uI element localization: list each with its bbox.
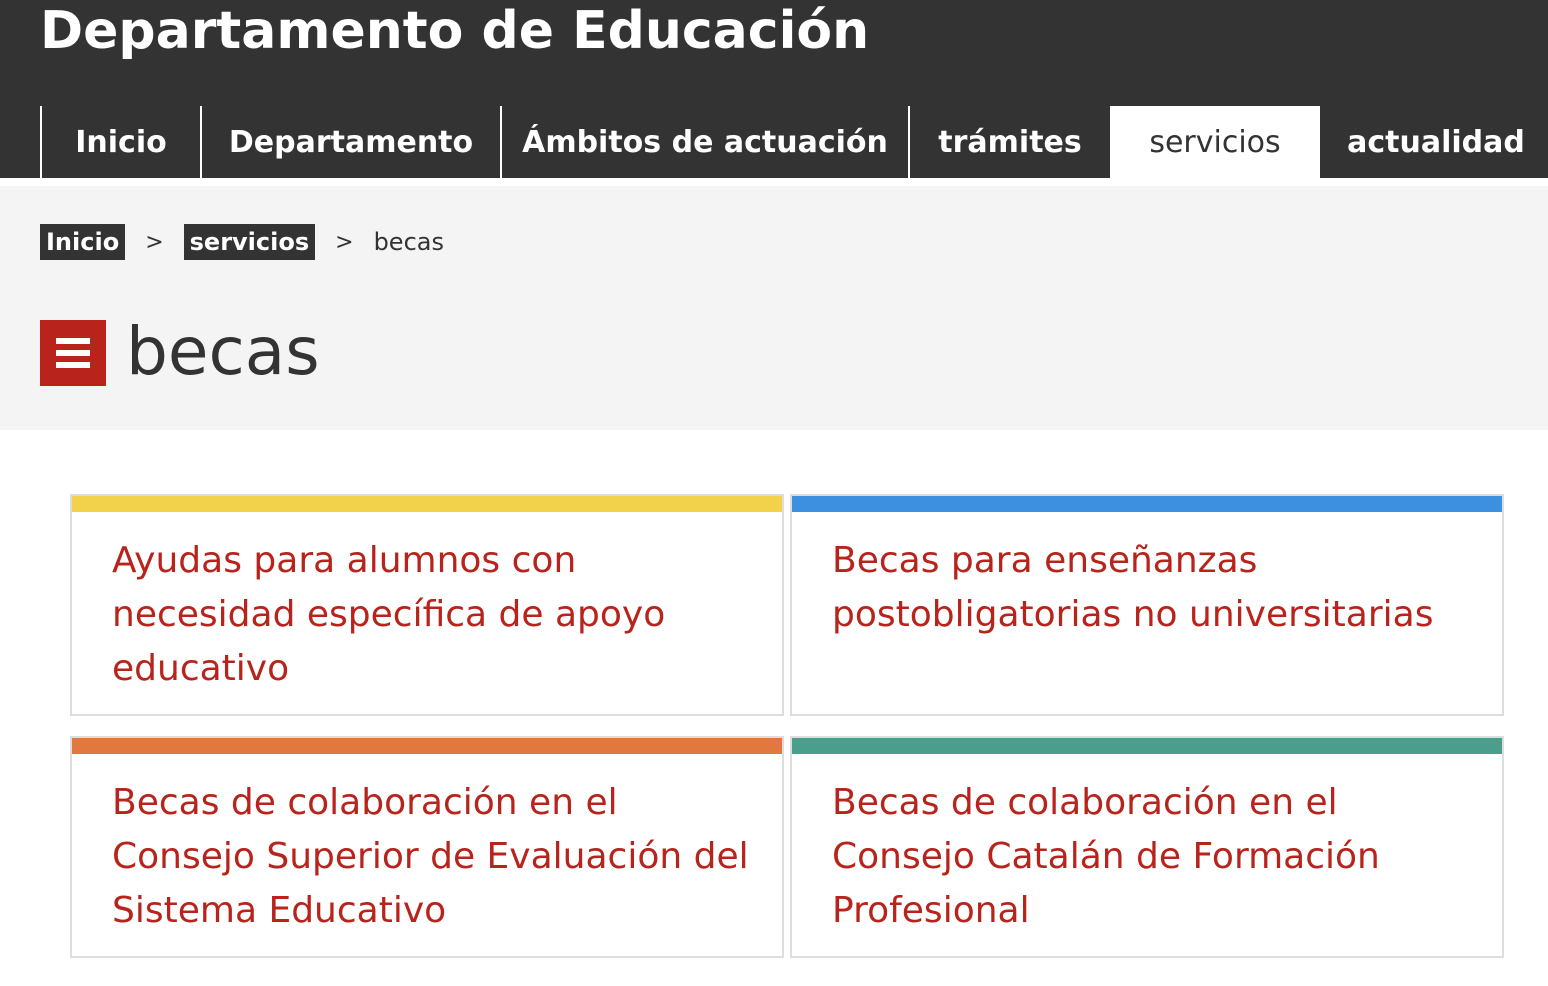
card-ayudas-necesidad-especifica[interactable]: Ayudas para alumnos con necesidad especí… <box>70 494 784 716</box>
main-nav: Inicio Departamento Ámbitos de actuación… <box>40 106 1548 178</box>
menu-lines-icon <box>40 320 106 386</box>
nav-item-servicios[interactable]: servicios <box>1110 106 1320 178</box>
card-becas-consejo-superior[interactable]: Becas de colaboración en el Consejo Supe… <box>70 736 784 958</box>
card-title[interactable]: Ayudas para alumnos con necesidad especí… <box>112 534 752 696</box>
breadcrumb-separator: > <box>335 229 354 255</box>
nav-item-departamento[interactable]: Departamento <box>200 106 500 178</box>
card-accent-bar <box>72 738 782 754</box>
nav-item-inicio[interactable]: Inicio <box>40 106 200 178</box>
card-title[interactable]: Becas de colaboración en el Consejo Cata… <box>832 776 1472 938</box>
breadcrumb-link-inicio[interactable]: Inicio <box>40 224 126 260</box>
breadcrumb-separator: > <box>145 229 164 255</box>
breadcrumb: Inicio > servicios > becas <box>40 224 444 260</box>
card-becas-postobligatorias[interactable]: Becas para enseñanzas postobligatorias n… <box>790 494 1504 716</box>
nav-item-ambitos[interactable]: Ámbitos de actuación <box>500 106 908 178</box>
breadcrumb-link-servicios[interactable]: servicios <box>183 224 316 260</box>
card-accent-bar <box>792 738 1502 754</box>
page-header-band <box>0 186 1548 430</box>
nav-item-tramites[interactable]: trámites <box>908 106 1110 178</box>
nav-item-actualidad[interactable]: actualidad <box>1320 106 1548 178</box>
card-title[interactable]: Becas para enseñanzas postobligatorias n… <box>832 534 1472 642</box>
card-accent-bar <box>792 496 1502 512</box>
breadcrumb-current: becas <box>373 228 444 256</box>
site-header: Departamento de Educación Inicio Departa… <box>0 0 1548 178</box>
card-becas-consejo-catalan[interactable]: Becas de colaboración en el Consejo Cata… <box>790 736 1504 958</box>
card-accent-bar <box>72 496 782 512</box>
site-title[interactable]: Departamento de Educación <box>40 0 869 62</box>
page-title: becas <box>126 313 320 390</box>
card-title[interactable]: Becas de colaboración en el Consejo Supe… <box>112 776 752 938</box>
